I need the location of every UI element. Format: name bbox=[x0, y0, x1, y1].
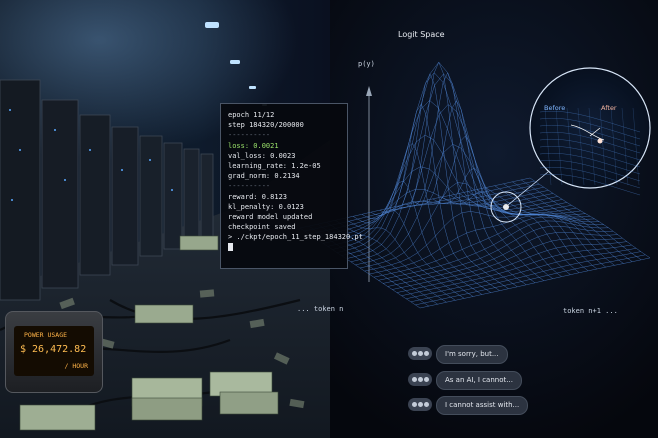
terminal-line-kl-penalty: kl_penalty: 0.0123 bbox=[228, 202, 304, 211]
meter-label: POWER USAGE bbox=[24, 331, 68, 339]
training-terminal: epoch 11/12 step 184320/200000 ---------… bbox=[220, 103, 363, 269]
x-axis-right-label: token n+1 ... bbox=[563, 307, 618, 315]
terminal-line-checkpoint: checkpoint saved bbox=[228, 223, 296, 232]
terminal-line-grad-norm: grad_norm: 0.2134 bbox=[228, 172, 300, 181]
after-label: After bbox=[601, 104, 617, 112]
y-axis-label: p(y) bbox=[358, 60, 375, 68]
terminal-line-reward-model: reward model updated bbox=[228, 213, 313, 222]
terminal-separator: ---------- bbox=[228, 131, 271, 140]
terminal-line-epoch: epoch 11/12 bbox=[228, 111, 275, 119]
power-usage-meter: POWER USAGE $ 26,472.82 / HOUR bbox=[5, 311, 103, 393]
chat-bubble-refusal-1: I'm sorry, but... bbox=[436, 345, 508, 364]
meter-unit: / HOUR bbox=[64, 362, 88, 370]
after-point bbox=[597, 138, 603, 144]
x-axis-left-label: ... token n bbox=[297, 305, 344, 313]
plot-title: Logit Space bbox=[398, 30, 445, 39]
terminal-line-path: > ./ckpt/epoch_11_step_184320.pt bbox=[228, 233, 363, 242]
chat-bubble-refusal-3: I cannot assist with... bbox=[436, 396, 529, 415]
terminal-line-learning-rate: learning_rate: 1.2e-05 bbox=[228, 162, 321, 171]
focus-point bbox=[503, 204, 509, 210]
meter-screen: POWER USAGE $ 26,472.82 / HOUR bbox=[14, 326, 94, 376]
terminal-line-loss: loss: 0.0021 bbox=[228, 141, 279, 150]
terminal-cursor-line bbox=[228, 242, 340, 254]
terminal-line-val-loss: val_loss: 0.0023 bbox=[228, 151, 296, 160]
before-label: Before bbox=[544, 104, 566, 112]
typing-indicator bbox=[408, 373, 432, 386]
terminal-cursor bbox=[228, 242, 233, 251]
magnifier-lens bbox=[529, 67, 651, 189]
meter-value: $ 26,472.82 bbox=[20, 344, 87, 355]
terminal-separator: ---------- bbox=[228, 182, 271, 191]
terminal-line-reward: reward: 0.8123 bbox=[228, 192, 288, 201]
typing-indicator bbox=[408, 347, 432, 360]
typing-indicator bbox=[408, 398, 432, 411]
chat-bubble-refusal-2: As an AI, I cannot... bbox=[436, 371, 522, 390]
terminal-line-step: step 184320/200000 bbox=[228, 121, 304, 130]
